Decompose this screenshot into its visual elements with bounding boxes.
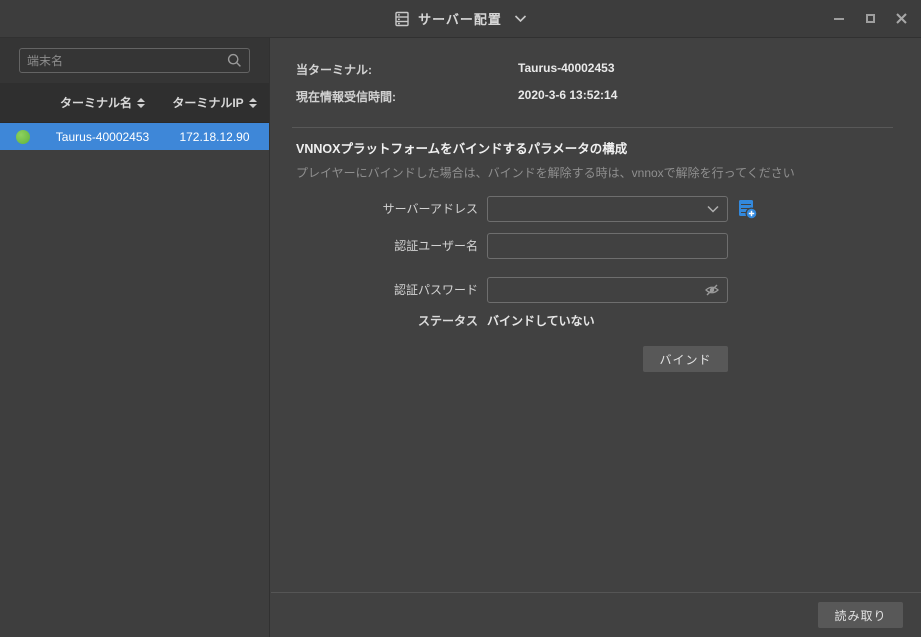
terminal-ip: 172.18.12.90: [179, 130, 249, 144]
bind-button[interactable]: バインド: [643, 346, 728, 372]
auth-password-label: 認証パスワード: [271, 277, 478, 303]
server-address-label: サーバーアドレス: [271, 196, 478, 222]
row-name-cell: Taurus-40002453: [45, 130, 160, 144]
bind-status-label: ステータス: [271, 312, 478, 329]
info-time-label: 現在情報受信時間:: [296, 88, 493, 106]
minimize-icon[interactable]: [833, 13, 845, 25]
window-title: サーバー配置: [418, 9, 502, 28]
footer-divider: [271, 592, 921, 593]
current-terminal-label: 当ターミナル:: [296, 61, 493, 79]
terminal-table-header: ターミナル名 ターミナルIP: [0, 83, 269, 123]
auth-username-input[interactable]: [488, 234, 727, 258]
eye-off-icon[interactable]: [704, 283, 720, 297]
table-row[interactable]: Taurus-40002453 172.18.12.90: [0, 123, 269, 150]
online-status-dot: [16, 130, 30, 144]
current-terminal-value: Taurus-40002453: [518, 61, 615, 79]
main-panel: 当ターミナル: Taurus-40002453 現在情報受信時間: 2020-3…: [271, 38, 921, 637]
sort-icon[interactable]: [249, 98, 257, 108]
terminal-name: Taurus-40002453: [56, 130, 149, 144]
auth-username-label: 認証ユーザー名: [271, 233, 478, 259]
window-controls: [833, 0, 907, 37]
server-config-window: サーバー配置: [0, 0, 921, 637]
vnnox-section-subtitle: プレイヤーにバインドした場合は、バインドを解除する時は、vnnoxで解除を行って…: [296, 164, 795, 181]
column-header-terminal-ip[interactable]: ターミナルIP: [160, 94, 269, 111]
row-status-cell: [0, 130, 45, 144]
server-address-select[interactable]: [487, 196, 728, 222]
bind-status-value: バインドしていない: [487, 312, 595, 329]
search-input[interactable]: [27, 54, 227, 68]
sort-icon[interactable]: [137, 98, 145, 108]
auth-password-input[interactable]: [488, 278, 727, 302]
column-header-terminal-name[interactable]: ターミナル名: [45, 94, 160, 111]
info-time-row: 現在情報受信時間: 2020-3-6 13:52:14: [296, 88, 893, 106]
add-server-icon[interactable]: [737, 199, 758, 220]
close-icon[interactable]: [895, 13, 907, 25]
column-label: ターミナル名: [60, 94, 132, 111]
read-button[interactable]: 読み取り: [818, 602, 903, 628]
auth-username-field-wrap: [487, 233, 728, 259]
bind-status-row: ステータス バインドしていない: [271, 312, 921, 332]
current-terminal-row: 当ターミナル: Taurus-40002453: [296, 61, 893, 79]
maximize-icon[interactable]: [864, 13, 876, 25]
auth-password-field-wrap: [487, 277, 728, 303]
chevron-down-icon: [707, 205, 719, 213]
vnnox-section-title: VNNOXプラットフォームをバインドするパラメータの構成: [296, 138, 627, 157]
search-box: [19, 48, 250, 73]
title-menu[interactable]: サーバー配置: [394, 9, 527, 28]
search-zone: [0, 38, 269, 83]
titlebar: サーバー配置: [0, 0, 921, 38]
info-time-value: 2020-3-6 13:52:14: [518, 88, 617, 106]
search-icon[interactable]: [227, 53, 242, 68]
row-ip-cell: 172.18.12.90: [160, 130, 269, 144]
column-label: ターミナルIP: [172, 94, 243, 111]
chevron-down-icon: [514, 14, 527, 23]
server-list-icon: [394, 11, 410, 27]
section-divider: [292, 127, 893, 128]
terminal-sidebar: ターミナル名 ターミナルIP Taurus-40002453 172.18.12…: [0, 38, 270, 637]
